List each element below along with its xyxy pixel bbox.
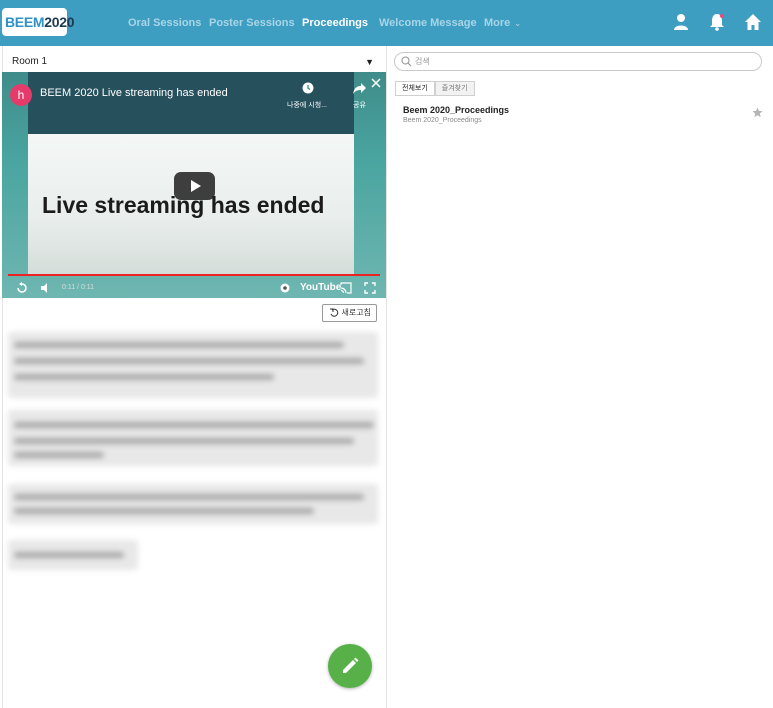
nav-more-label: More	[484, 17, 511, 29]
tab-favorites[interactable]: 즐겨찾기	[434, 81, 475, 96]
room-select[interactable]: Room 1 ▼	[3, 51, 386, 73]
player-controls: 0:11 / 0:11 YouTube	[2, 278, 386, 298]
volume-icon[interactable]	[40, 282, 52, 294]
chevron-down-icon: ⌄	[514, 19, 521, 28]
nav-proceedings[interactable]: Proceedings	[302, 0, 368, 46]
play-button[interactable]	[174, 172, 215, 200]
search-box[interactable]	[394, 52, 762, 71]
settings-icon[interactable]	[279, 282, 291, 294]
video-player[interactable]: Live streaming has ended h BEEM 2020 Liv…	[2, 72, 386, 298]
refresh-button[interactable]: 새로고침	[322, 304, 377, 322]
home-icon[interactable]	[744, 13, 762, 31]
room-select-value: Room 1	[12, 56, 48, 67]
search-input[interactable]	[415, 55, 745, 68]
refresh-icon	[330, 308, 339, 317]
nav-more[interactable]: More ⌄	[484, 0, 521, 46]
filter-tabs: 전체보기 즐겨찾기	[395, 81, 475, 96]
progress-bar[interactable]	[8, 274, 380, 276]
proceedings-item-title[interactable]: Beem 2020_Proceedings	[403, 105, 509, 115]
share-icon[interactable]	[353, 83, 366, 94]
nav-poster-sessions[interactable]: Poster Sessions	[209, 0, 295, 46]
video-time: 0:11 / 0:11	[62, 284, 95, 291]
user-icon[interactable]	[672, 13, 690, 31]
cast-icon[interactable]	[340, 282, 352, 294]
video-title[interactable]: BEEM 2020 Live streaming has ended	[40, 87, 228, 99]
youtube-logo[interactable]: YouTube	[300, 282, 341, 293]
share-label[interactable]: 공유	[353, 100, 366, 110]
pencil-icon	[343, 657, 359, 673]
close-icon[interactable]	[371, 78, 381, 88]
nav-welcome-message[interactable]: Welcome Message	[379, 0, 477, 46]
star-icon[interactable]	[752, 107, 763, 118]
refresh-label: 새로고침	[341, 308, 371, 317]
top-nav-bar: BEEM2020 Oral Sessions Poster Sessions P…	[0, 0, 773, 46]
clock-icon[interactable]	[302, 82, 314, 94]
search-icon	[401, 56, 412, 67]
tab-all[interactable]: 전체보기	[395, 81, 435, 96]
replay-icon[interactable]	[16, 282, 28, 294]
channel-avatar[interactable]: h	[10, 84, 32, 106]
caret-down-icon: ▼	[365, 57, 374, 67]
right-panel: 전체보기즐겨찾기 Beem 2020_Proceedings Beem 2020…	[388, 46, 773, 708]
compose-button[interactable]	[328, 644, 372, 688]
proceedings-item-subtitle: Beem 2020_Proceedings	[403, 117, 482, 124]
watch-later-label[interactable]: 나중에 시청...	[287, 100, 327, 110]
blurred-message	[8, 332, 378, 398]
nav-oral-sessions[interactable]: Oral Sessions	[128, 0, 201, 46]
blurred-message	[8, 410, 378, 466]
bell-icon[interactable]	[708, 13, 726, 31]
blurred-message	[8, 484, 378, 524]
blurred-message	[8, 540, 138, 570]
fullscreen-icon[interactable]	[364, 282, 376, 294]
app-logo[interactable]: BEEM2020	[2, 8, 75, 36]
